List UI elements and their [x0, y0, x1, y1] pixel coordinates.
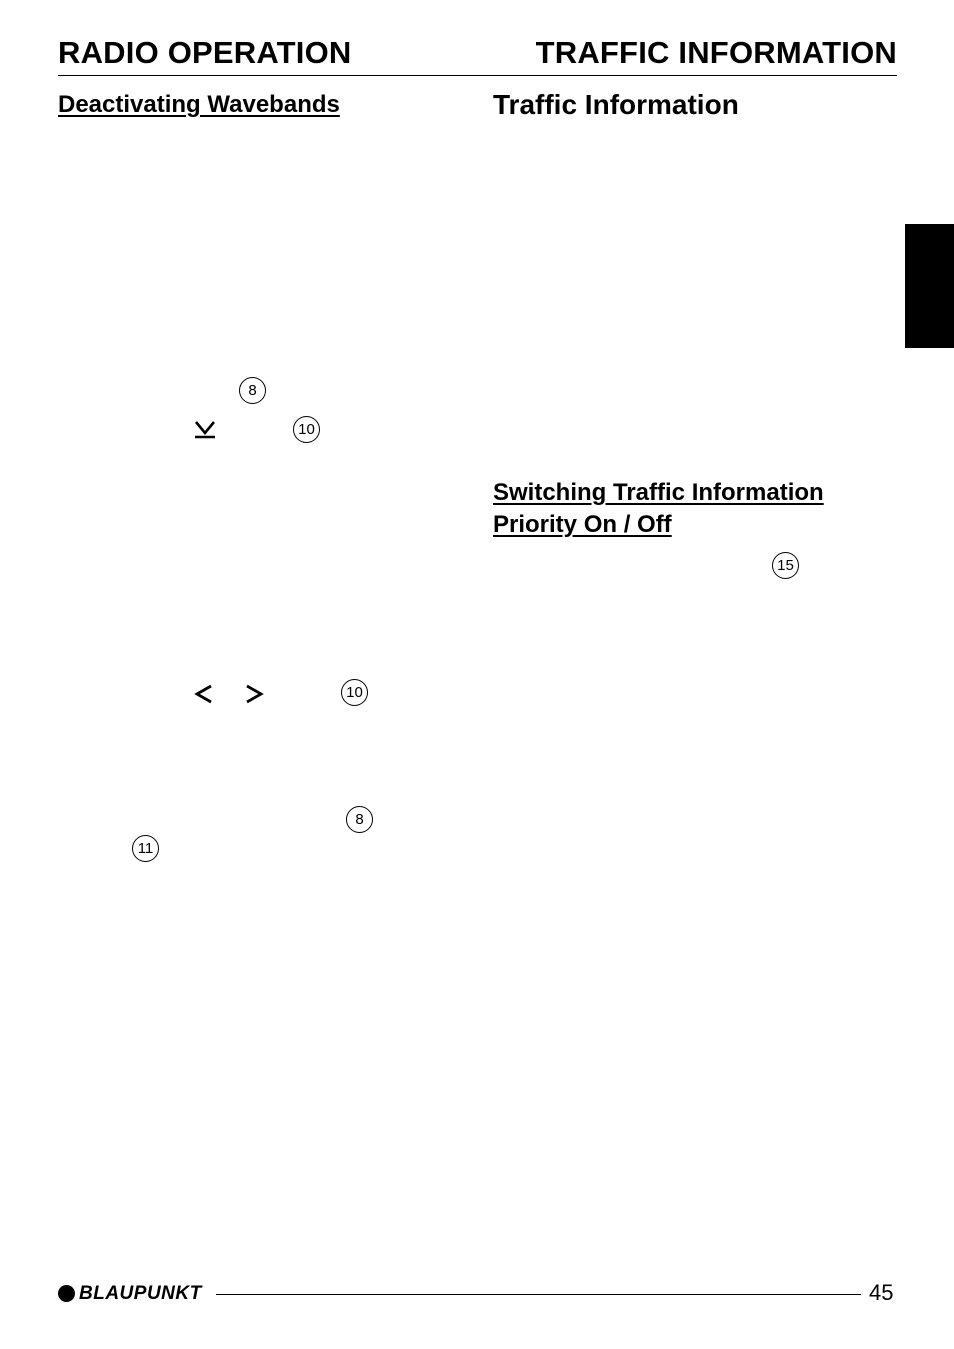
callout-8-b: 8	[346, 806, 373, 833]
down-arrow-underlined-icon	[194, 421, 216, 439]
page-number: 45	[869, 1280, 894, 1305]
traffic-information-heading: Traffic Information	[493, 89, 739, 120]
deactivating-wavebands-heading: Deactivating Wavebands	[58, 91, 340, 118]
logo-dot-icon	[58, 1285, 75, 1302]
header-divider	[58, 75, 897, 76]
right-arrow-icon	[246, 684, 264, 704]
switching-ti-priority-heading-line2: Priority On / Off	[493, 511, 672, 538]
brand-name: BLAUPUNKT	[79, 1283, 202, 1304]
left-section-title: RADIO OPERATION	[58, 35, 352, 70]
switching-ti-priority-heading-line1: Switching Traffic Information	[493, 479, 824, 506]
callout-10-b: 10	[341, 679, 368, 706]
right-section-title: TRAFFIC INFORMATION	[535, 35, 897, 70]
callout-11: 11	[132, 835, 159, 862]
callout-8: 8	[239, 377, 266, 404]
callout-10: 10	[293, 416, 320, 443]
chapter-tab-marker	[905, 224, 954, 348]
left-arrow-icon	[194, 684, 212, 704]
footer-divider	[216, 1294, 861, 1295]
callout-15: 15	[772, 552, 799, 579]
blaupunkt-logo: BLAUPUNKT	[58, 1284, 202, 1303]
